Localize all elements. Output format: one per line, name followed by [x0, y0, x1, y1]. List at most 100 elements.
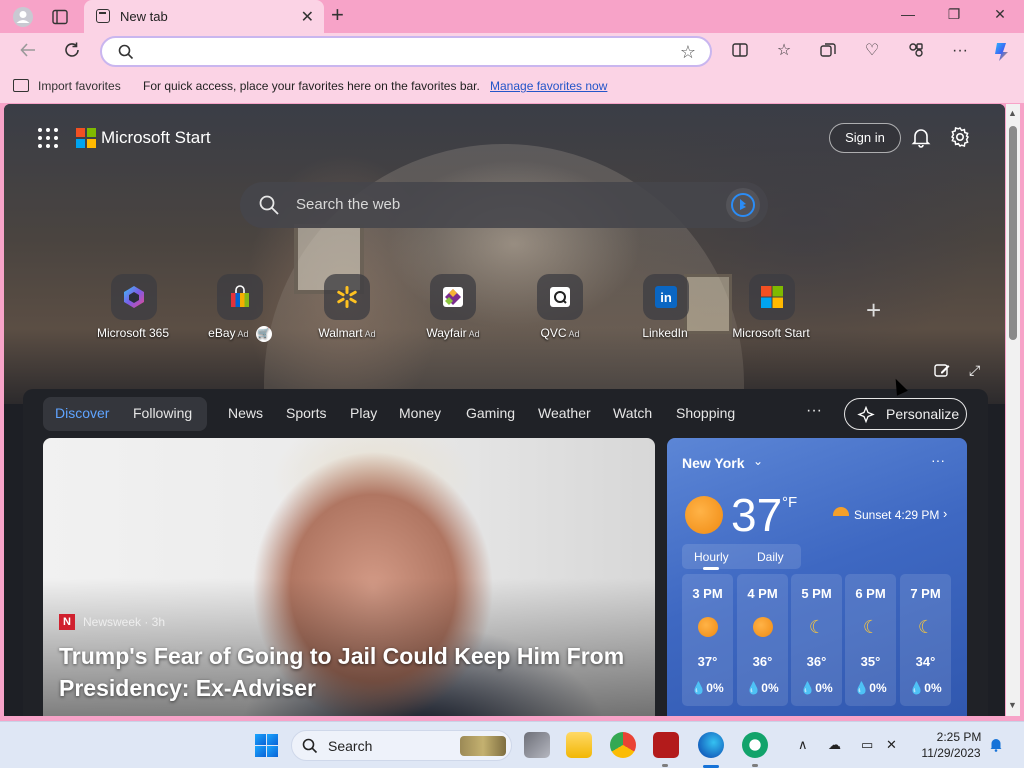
weather-city[interactable]: New York [682, 455, 745, 471]
forecast-precip: 💧0% [909, 681, 942, 695]
file-explorer-icon[interactable] [566, 732, 592, 758]
tile-walmart[interactable]: Walmart Ad [294, 274, 400, 340]
chevron-down-icon[interactable]: ⌄ [753, 454, 763, 468]
tile-microsoft-start[interactable]: Microsoft Start [719, 274, 825, 340]
volume-muted-icon[interactable]: ✕ [886, 737, 897, 753]
brand-title[interactable]: Microsoft Start [101, 128, 211, 148]
temperature-unit[interactable]: °F [782, 494, 797, 511]
nav-watch[interactable]: Watch [613, 405, 652, 421]
add-shortcut-plus-icon[interactable]: + [866, 297, 881, 323]
tab-actions-icon[interactable] [49, 6, 71, 28]
close-window-icon[interactable]: ✕ [990, 6, 1010, 26]
news-feed: Discover Following News Sports Play Mone… [23, 389, 988, 716]
bing-chat-icon[interactable] [726, 188, 760, 222]
tray-overflow-chevron-icon[interactable]: ∧ [798, 737, 808, 753]
nav-news[interactable]: News [228, 405, 263, 421]
web-search-box[interactable]: Search the web [240, 182, 768, 228]
tab-close-icon[interactable]: ✕ [301, 7, 314, 27]
tab-daily[interactable]: Daily [757, 550, 784, 564]
address-bar[interactable]: ☆ [100, 36, 712, 67]
chrome-icon[interactable] [610, 732, 636, 758]
hourly-forecast[interactable]: 5 PM ☾ 36° 💧0% [791, 574, 842, 706]
import-favorites-link[interactable]: Import favorites [38, 79, 121, 93]
scroll-up-arrow-icon[interactable]: ▲ [1008, 108, 1017, 118]
back-icon[interactable] [18, 41, 38, 61]
clock-time[interactable]: 2:25 PM [934, 730, 984, 744]
hourly-forecast[interactable]: 3 PM 37° 💧0% [682, 574, 733, 706]
sunny-icon [753, 617, 773, 637]
extensions-icon[interactable] [906, 41, 926, 61]
hourly-forecast[interactable]: 7 PM ☾ 34° 💧0% [900, 574, 951, 706]
nav-play[interactable]: Play [350, 405, 377, 421]
search-icon [118, 44, 134, 63]
task-view-icon[interactable] [524, 732, 550, 758]
tile-microsoft-365[interactable]: Microsoft 365 [81, 274, 187, 340]
nav-money[interactable]: Money [399, 405, 441, 421]
nav-weather[interactable]: Weather [538, 405, 591, 421]
notifications-bell-icon[interactable] [988, 736, 1004, 755]
sign-in-button[interactable]: Sign in [829, 123, 901, 153]
manage-favorites-link[interactable]: Manage favorites now [490, 79, 607, 93]
favorite-star-icon[interactable]: ☆ [680, 42, 696, 63]
news-card[interactable]: N Newsweek · 3h Trump's Fear of Going to… [43, 438, 655, 716]
split-screen-icon[interactable] [730, 41, 750, 61]
settings-gear-icon[interactable] [949, 126, 971, 151]
windows-start-icon[interactable] [255, 734, 278, 757]
sunset-time[interactable]: Sunset 4:29 PM [854, 508, 939, 522]
nav-more-icon[interactable]: ··· [806, 402, 822, 420]
clock-date[interactable]: 11/29/2023 [918, 746, 984, 760]
refresh-icon[interactable] [62, 41, 82, 61]
edit-background-icon[interactable] [934, 362, 950, 381]
more-icon[interactable]: ··· [950, 41, 970, 61]
taskbar-search[interactable]: Search [291, 730, 512, 761]
forecast-temp: 36° [752, 654, 773, 669]
forecast-precip: 💧0% [854, 681, 887, 695]
chevron-right-icon[interactable]: › [943, 506, 947, 521]
tile-linkedin[interactable]: in LinkedIn [613, 274, 719, 340]
favorites-icon[interactable]: ☆ [774, 41, 794, 61]
tile-qvc[interactable]: QVC Ad [507, 274, 613, 340]
tab-hourly[interactable]: Hourly [694, 550, 729, 564]
tile-label: LinkedIn [642, 326, 688, 340]
minimize-icon[interactable]: — [898, 6, 918, 26]
profile-icon[interactable] [12, 6, 34, 28]
favorites-bar: Import favorites For quick access, place… [0, 69, 1024, 103]
import-favorites-icon[interactable] [13, 79, 29, 92]
weather-more-icon[interactable]: ··· [931, 452, 945, 468]
personalize-button[interactable]: Personalize [844, 398, 967, 430]
tile-wayfair[interactable]: Wayfair Ad [400, 274, 506, 340]
copilot-icon[interactable] [990, 41, 1010, 61]
new-tab-button[interactable]: + [331, 4, 344, 26]
expand-icon[interactable]: ⤢ [969, 362, 980, 379]
weather-card[interactable]: New York ⌄ ··· 37 °F Sunset 4:29 PM › Ho… [667, 438, 967, 716]
personalize-label: Personalize [886, 406, 960, 422]
forecast-time: 7 PM [910, 586, 941, 601]
tab-new-tab[interactable]: New tab ✕ [84, 0, 324, 33]
tab-following[interactable]: Following [133, 405, 192, 421]
tab-discover[interactable]: Discover [55, 405, 109, 421]
nav-shopping[interactable]: Shopping [676, 405, 735, 421]
nav-gaming[interactable]: Gaming [466, 405, 515, 421]
tile-ebay[interactable]: eBay Ad 🛒 [187, 274, 293, 342]
scroll-down-arrow-icon[interactable]: ▼ [1008, 700, 1017, 710]
app-icon[interactable] [742, 732, 768, 758]
app-icon[interactable] [653, 732, 679, 758]
edge-icon[interactable] [698, 732, 724, 758]
scrollbar-thumb[interactable] [1009, 126, 1017, 340]
notifications-bell-icon[interactable] [910, 126, 932, 151]
hourly-forecast[interactable]: 6 PM ☾ 35° 💧0% [845, 574, 896, 706]
collections-icon[interactable] [818, 41, 838, 61]
nav-sports[interactable]: Sports [286, 405, 326, 421]
network-icon[interactable]: ▭ [861, 737, 873, 753]
app-launcher-icon[interactable] [38, 128, 58, 148]
new-tab-favicon-icon [96, 9, 110, 23]
onedrive-icon[interactable]: ☁ [828, 737, 841, 753]
newsweek-logo-icon: N [59, 614, 75, 630]
restore-icon[interactable]: ❐ [944, 6, 964, 26]
browser-essentials-icon[interactable]: ♡ [862, 41, 882, 61]
hourly-forecast[interactable]: 4 PM 36° 💧0% [737, 574, 788, 706]
moon-icon: ☾ [862, 617, 880, 637]
sunset-icon [833, 507, 849, 516]
news-headline[interactable]: Trump's Fear of Going to Jail Could Keep… [59, 640, 639, 704]
moon-icon: ☾ [808, 617, 826, 637]
